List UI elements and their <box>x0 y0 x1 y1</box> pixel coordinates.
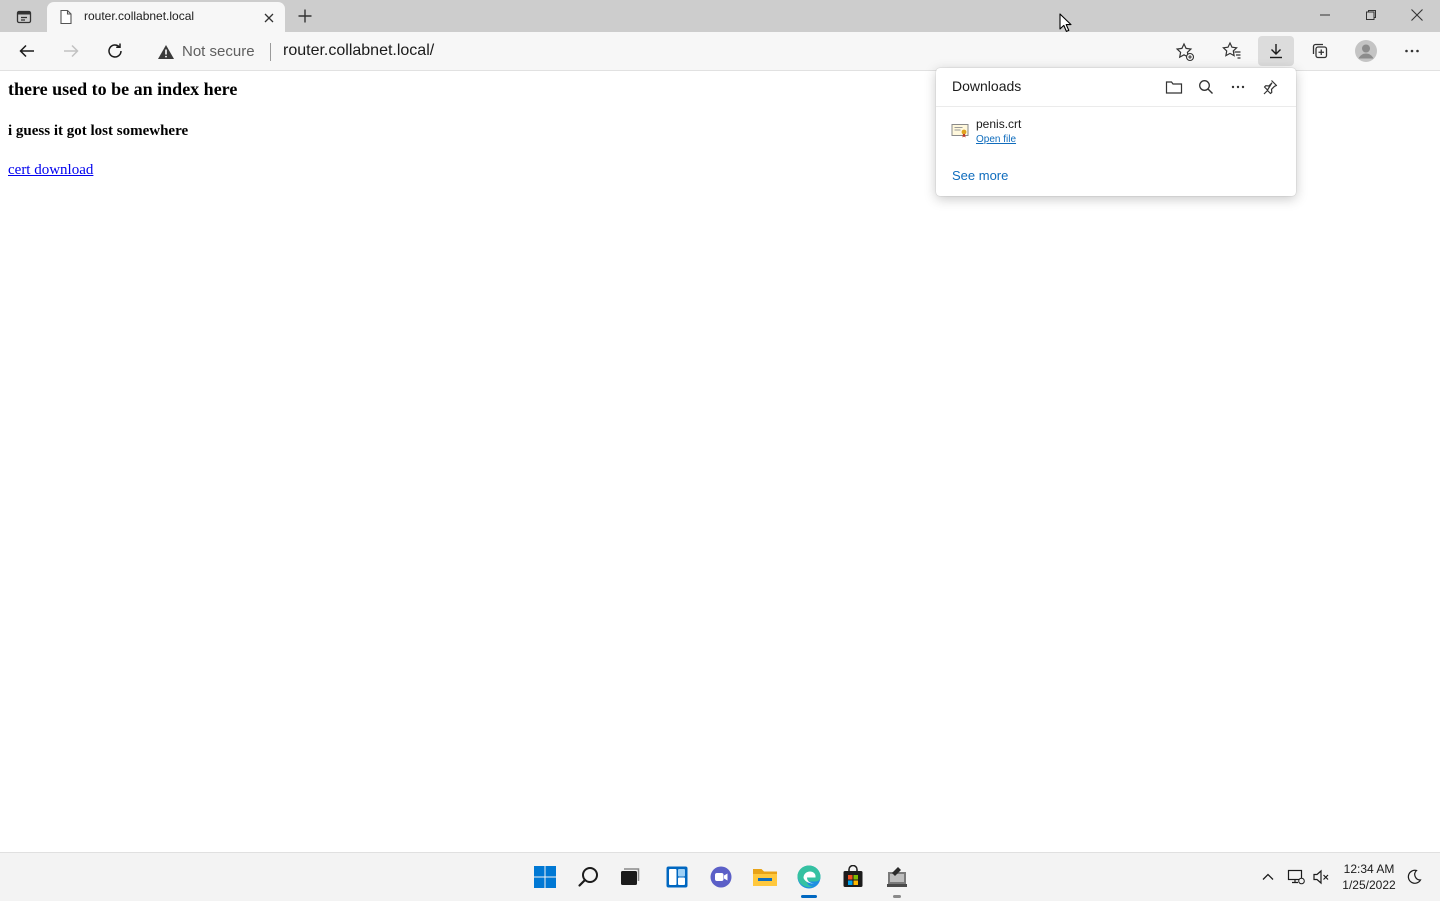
mouse-cursor-icon <box>1059 13 1073 33</box>
downloads-title: Downloads <box>952 78 1022 94</box>
download-file-name: penis.crt <box>976 117 1022 131</box>
more-icon <box>1231 85 1245 89</box>
focus-assist-button[interactable] <box>1404 867 1424 887</box>
more-icon <box>1405 49 1419 53</box>
task-view-button[interactable] <box>614 861 646 893</box>
profile-icon <box>1355 40 1377 62</box>
pin-icon <box>1263 80 1278 95</box>
flyout-divider <box>936 106 1296 107</box>
profile-button[interactable] <box>1348 36 1384 66</box>
cert-download-link[interactable]: cert download <box>8 162 93 179</box>
arrow-right-icon <box>64 44 79 58</box>
download-icon <box>1270 44 1282 59</box>
folder-icon <box>1165 81 1183 94</box>
favorites-icon <box>1222 41 1241 59</box>
edge-button[interactable] <box>793 861 825 893</box>
show-hidden-icons-button[interactable] <box>1258 867 1278 887</box>
moon-icon <box>1407 869 1422 884</box>
volume-button[interactable] <box>1311 867 1331 887</box>
page-subheading: i guess it got lost somewhere <box>8 123 189 139</box>
store-button[interactable] <box>837 861 869 893</box>
tab-close-button[interactable] <box>261 10 277 26</box>
folder-icon <box>753 869 777 886</box>
warning-icon[interactable] <box>157 44 175 60</box>
running-indicator <box>801 895 817 898</box>
add-favorite-button[interactable] <box>1174 41 1196 63</box>
minimize-icon <box>1320 14 1330 16</box>
chevron-up-icon <box>1262 873 1274 880</box>
search-downloads-button[interactable] <box>1193 76 1219 98</box>
collections-button[interactable] <box>1302 36 1338 66</box>
search-icon <box>578 867 598 887</box>
tab-actions-icon <box>16 10 32 24</box>
store-icon <box>843 865 863 887</box>
address-bar[interactable]: Not secure router.collabnet.local/ <box>145 35 1253 67</box>
clock[interactable]: 12:34 AM 1/25/2022 <box>1338 861 1400 893</box>
network-button[interactable] <box>1286 867 1306 887</box>
reload-icon <box>108 43 122 58</box>
address-separator <box>270 43 271 61</box>
open-file-link[interactable]: Open file <box>976 134 1016 145</box>
favorites-button[interactable] <box>1214 36 1250 66</box>
star-plus-icon <box>1175 42 1195 62</box>
search-icon <box>1199 80 1213 94</box>
window-close-button[interactable] <box>1394 0 1440 30</box>
taskbar: 12:34 AM 1/25/2022 <box>0 852 1440 901</box>
taskbar-search-button[interactable] <box>573 861 605 893</box>
open-folder-button[interactable] <box>1161 76 1187 98</box>
running-indicator <box>893 895 901 898</box>
plus-icon <box>298 9 312 23</box>
back-button[interactable] <box>12 36 42 66</box>
new-tab-button[interactable] <box>294 5 316 27</box>
downloads-button[interactable] <box>1258 36 1294 66</box>
arrow-left-icon <box>19 44 34 58</box>
reload-button[interactable] <box>100 36 130 66</box>
network-icon <box>1287 869 1305 885</box>
close-icon <box>1411 9 1423 21</box>
collections-icon <box>1312 43 1328 59</box>
widgets-button[interactable] <box>661 861 693 893</box>
settings-more-button[interactable] <box>1394 36 1430 66</box>
minimize-button[interactable] <box>1302 0 1348 30</box>
volume-muted-icon <box>1313 869 1329 885</box>
clock-date: 1/25/2022 <box>1342 878 1396 892</box>
tab-actions-button[interactable] <box>8 6 40 28</box>
downloads-more-button[interactable] <box>1225 76 1251 98</box>
restore-icon <box>1366 10 1376 20</box>
windows-logo-icon <box>534 866 556 888</box>
edge-icon <box>797 865 821 889</box>
task-view-icon <box>621 868 640 885</box>
download-item[interactable]: penis.crt Open file <box>936 108 1296 148</box>
security-label[interactable]: Not secure <box>182 43 255 60</box>
url-text[interactable]: router.collabnet.local/ <box>283 42 434 60</box>
certificate-file-icon <box>951 123 969 139</box>
downloads-flyout: Downloads penis.crt Open file See more <box>936 68 1296 196</box>
chat-button[interactable] <box>705 861 737 893</box>
pin-downloads-button[interactable] <box>1257 76 1283 98</box>
tab-title: router.collabnet.local <box>84 9 195 23</box>
restore-button[interactable] <box>1348 0 1394 30</box>
close-icon <box>264 13 274 23</box>
page-heading: there used to be an index here <box>8 79 238 99</box>
page-icon <box>59 9 73 25</box>
tab-active[interactable]: router.collabnet.local <box>47 2 285 32</box>
installer-app-button[interactable] <box>881 861 913 893</box>
see-more-link[interactable]: See more <box>952 168 1008 183</box>
installer-icon <box>887 867 907 887</box>
forward-button[interactable] <box>56 36 86 66</box>
file-explorer-button[interactable] <box>749 861 781 893</box>
chat-icon <box>710 866 732 888</box>
browser-toolbar: Not secure router.collabnet.local/ <box>0 32 1440 71</box>
widgets-icon <box>666 866 688 888</box>
tab-strip: router.collabnet.local <box>0 0 1440 32</box>
clock-time: 12:34 AM <box>1343 862 1395 876</box>
start-button[interactable] <box>529 861 561 893</box>
